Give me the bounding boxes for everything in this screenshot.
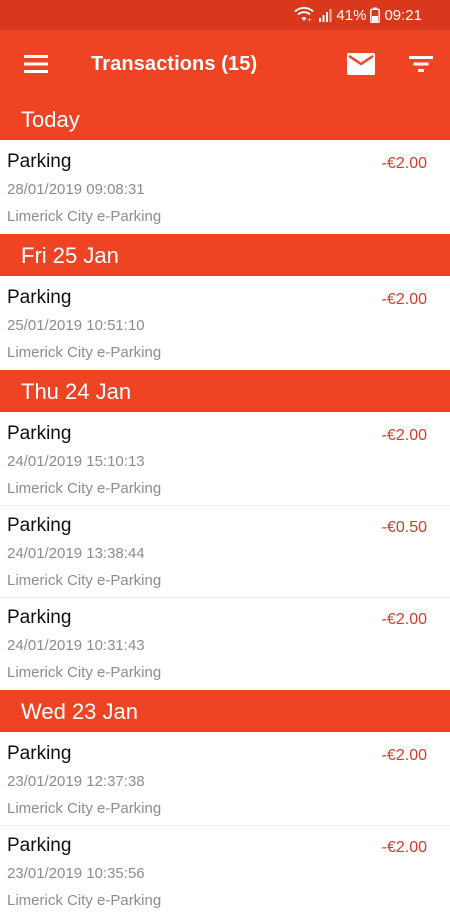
transaction-datetime: 24/01/2019 13:38:44 [7, 545, 145, 562]
filter-button[interactable] [407, 52, 435, 76]
mail-icon [347, 53, 375, 75]
transaction-row[interactable]: Parking 28/01/2019 09:08:31 Limerick Cit… [0, 142, 450, 234]
section-header: Fri 25 Jan [0, 234, 450, 278]
section-header: Wed 23 Jan [0, 690, 450, 734]
transaction-title: Parking [7, 607, 72, 628]
transaction-datetime: 24/01/2019 10:31:43 [7, 637, 145, 654]
transaction-title: Parking [7, 743, 72, 764]
section-header: Today [0, 98, 450, 142]
transaction-amount: -€2.00 [381, 747, 427, 764]
signal-icon [318, 7, 332, 23]
battery-percent: 41% [336, 6, 367, 24]
transaction-datetime: 23/01/2019 10:35:56 [7, 865, 145, 882]
transaction-title: Parking [7, 835, 72, 856]
clock: 09:21 [384, 6, 422, 24]
section-header: Thu 24 Jan [0, 370, 450, 414]
transaction-provider: Limerick City e-Parking [7, 664, 162, 681]
transaction-provider: Limerick City e-Parking [7, 208, 162, 225]
menu-button[interactable] [22, 52, 50, 76]
transaction-amount: -€2.00 [381, 155, 427, 172]
transaction-datetime: 25/01/2019 10:51:10 [7, 317, 145, 334]
transaction-row[interactable]: Parking 24/01/2019 13:38:44 Limerick Cit… [0, 506, 450, 598]
transaction-row[interactable]: Parking 25/01/2019 10:51:10 Limerick Cit… [0, 278, 450, 370]
transaction-title: Parking [7, 515, 72, 536]
transaction-row[interactable]: Parking 24/01/2019 10:31:43 Limerick Cit… [0, 598, 450, 690]
menu-icon [24, 55, 48, 73]
transaction-title: Parking [7, 287, 72, 308]
transaction-provider: Limerick City e-Parking [7, 572, 162, 589]
transaction-title: Parking [7, 151, 72, 172]
transaction-row[interactable]: Parking 24/01/2019 15:10:13 Limerick Cit… [0, 414, 450, 506]
transaction-amount: -€0.50 [381, 519, 427, 536]
svg-text:+: + [307, 17, 312, 23]
transaction-datetime: 24/01/2019 15:10:13 [7, 453, 145, 470]
status-bar: + 41% 09:21 [0, 0, 450, 30]
transaction-provider: Limerick City e-Parking [7, 480, 162, 497]
status-indicators: + 41% 09:21 [294, 6, 422, 24]
battery-icon [370, 7, 381, 23]
app-bar: Transactions (15) [0, 30, 450, 98]
page-title: Transactions (15) [91, 53, 258, 75]
transaction-amount: -€2.00 [381, 839, 427, 856]
transaction-amount: -€2.00 [381, 611, 427, 628]
filter-icon [409, 56, 433, 72]
mail-button[interactable] [346, 52, 376, 76]
transaction-provider: Limerick City e-Parking [7, 344, 162, 361]
transaction-datetime: 23/01/2019 12:37:38 [7, 773, 145, 790]
transaction-amount: -€2.00 [381, 291, 427, 308]
transaction-row[interactable]: Parking 23/01/2019 12:37:38 Limerick Cit… [0, 734, 450, 826]
transaction-title: Parking [7, 423, 72, 444]
transaction-provider: Limerick City e-Parking [7, 892, 162, 909]
transaction-datetime: 28/01/2019 09:08:31 [7, 181, 145, 198]
transaction-provider: Limerick City e-Parking [7, 800, 162, 817]
transaction-row[interactable]: Parking 23/01/2019 10:35:56 Limerick Cit… [0, 826, 450, 918]
transaction-amount: -€2.00 [381, 427, 427, 444]
transaction-list[interactable]: Today Parking 28/01/2019 09:08:31 Limeri… [0, 98, 450, 918]
wifi-icon: + [294, 7, 315, 23]
